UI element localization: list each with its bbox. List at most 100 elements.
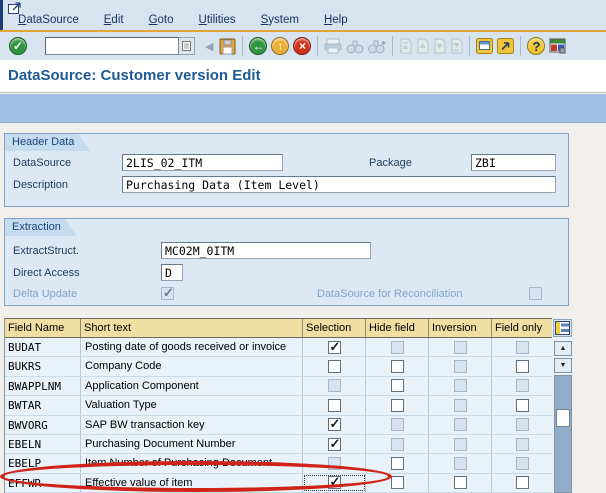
short-text-cell: Application Component bbox=[81, 377, 303, 395]
hide-field-cell[interactable] bbox=[366, 454, 429, 472]
save-button[interactable] bbox=[219, 38, 236, 55]
table-settings-icon[interactable] bbox=[553, 319, 572, 337]
hide-field-cell[interactable] bbox=[366, 377, 429, 395]
selection-cell[interactable] bbox=[303, 377, 366, 395]
hide-field-cell[interactable] bbox=[366, 416, 429, 434]
table-row: BWAPPLNM Application Component bbox=[5, 377, 552, 396]
table-scrollbar: ▲ ▼ bbox=[552, 318, 573, 493]
scroll-down-button[interactable]: ▼ bbox=[554, 358, 572, 373]
selection-checkbox[interactable] bbox=[328, 438, 341, 451]
next-page-icon[interactable] bbox=[433, 38, 446, 54]
field-name-cell: EFFWR bbox=[5, 474, 81, 492]
scroll-up-button[interactable]: ▲ bbox=[554, 341, 572, 356]
field-only-checkbox[interactable] bbox=[516, 360, 529, 373]
field-only-checkbox[interactable] bbox=[516, 476, 529, 489]
field-only-cell[interactable] bbox=[492, 357, 552, 375]
inversion-cell[interactable] bbox=[429, 454, 492, 472]
cancel-button[interactable]: × bbox=[293, 37, 311, 55]
hide-field-cell[interactable] bbox=[366, 396, 429, 414]
inversion-cell[interactable] bbox=[429, 416, 492, 434]
print-icon[interactable] bbox=[324, 38, 342, 54]
menu-datasource[interactable]: DataSource bbox=[15, 13, 82, 27]
description-field[interactable]: Purchasing Data (Item Level) bbox=[122, 176, 556, 193]
hide-field-checkbox bbox=[391, 438, 404, 451]
direct-access-field[interactable]: D bbox=[161, 264, 183, 281]
inversion-cell[interactable] bbox=[429, 338, 492, 356]
field-only-cell[interactable] bbox=[492, 338, 552, 356]
hide-field-cell[interactable] bbox=[366, 338, 429, 356]
find-next-icon[interactable] bbox=[368, 39, 386, 54]
menu-utilities[interactable]: Utilities bbox=[196, 13, 239, 27]
table-body: BUDAT Posting date of goods received or … bbox=[5, 338, 572, 493]
field-only-cell[interactable] bbox=[492, 416, 552, 434]
inversion-cell[interactable] bbox=[429, 396, 492, 414]
enter-button[interactable]: ✓ bbox=[9, 37, 27, 55]
exit-button[interactable]: ↑ bbox=[271, 37, 289, 55]
hide-field-cell[interactable] bbox=[366, 474, 429, 492]
field-only-cell[interactable] bbox=[492, 435, 552, 453]
application-toolbar bbox=[0, 94, 606, 123]
selection-checkbox[interactable] bbox=[328, 399, 341, 412]
menu-system[interactable]: System bbox=[258, 13, 302, 27]
inversion-checkbox[interactable] bbox=[454, 476, 467, 489]
inversion-cell[interactable] bbox=[429, 474, 492, 492]
selection-checkbox bbox=[328, 379, 341, 392]
scrollbar-thumb[interactable] bbox=[556, 409, 570, 427]
field-only-cell[interactable] bbox=[492, 454, 552, 472]
scrollbar-track[interactable] bbox=[554, 375, 572, 493]
first-page-icon[interactable] bbox=[399, 38, 412, 54]
help-button[interactable]: ? bbox=[527, 37, 545, 55]
hide-field-checkbox[interactable] bbox=[391, 476, 404, 489]
hide-field-checkbox[interactable] bbox=[391, 379, 404, 392]
selection-cell[interactable] bbox=[303, 338, 366, 356]
customize-layout-icon[interactable] bbox=[549, 38, 566, 54]
datasource-field[interactable]: 2LIS_02_ITM bbox=[122, 154, 283, 171]
command-list-button[interactable] bbox=[179, 37, 195, 55]
previous-page-icon[interactable] bbox=[416, 38, 429, 54]
field-only-checkbox bbox=[516, 438, 529, 451]
selection-cell[interactable] bbox=[303, 435, 366, 453]
hide-field-checkbox[interactable] bbox=[391, 399, 404, 412]
field-only-checkbox[interactable] bbox=[516, 399, 529, 412]
field-only-cell[interactable] bbox=[492, 474, 552, 492]
menu-edit[interactable]: Edit bbox=[101, 13, 127, 27]
selection-cell[interactable] bbox=[303, 474, 366, 492]
reconciliation-label: DataSource for Reconciliation bbox=[317, 288, 463, 300]
selection-checkbox[interactable] bbox=[328, 360, 341, 373]
field-only-cell[interactable] bbox=[492, 377, 552, 395]
selection-cell[interactable] bbox=[303, 454, 366, 472]
column-header-selection: Selection bbox=[303, 319, 366, 337]
extractstruct-label: ExtractStruct. bbox=[13, 245, 79, 257]
selection-cell[interactable] bbox=[303, 396, 366, 414]
selection-cell[interactable] bbox=[303, 357, 366, 375]
hide-field-cell[interactable] bbox=[366, 357, 429, 375]
hide-field-checkbox[interactable] bbox=[391, 457, 404, 470]
selection-checkbox[interactable] bbox=[328, 341, 341, 354]
find-icon[interactable] bbox=[346, 39, 364, 54]
inversion-cell[interactable] bbox=[429, 357, 492, 375]
package-field[interactable]: ZBI bbox=[471, 154, 556, 171]
menu-items: DataSource Edit Goto Utilities System He… bbox=[15, 13, 370, 27]
field-only-cell[interactable] bbox=[492, 396, 552, 414]
create-shortcut-icon[interactable] bbox=[497, 38, 514, 54]
selection-cell[interactable] bbox=[303, 416, 366, 434]
back-button[interactable]: ← bbox=[249, 37, 267, 55]
inversion-checkbox bbox=[454, 418, 467, 431]
collapse-icon[interactable]: ◀ bbox=[205, 40, 213, 53]
column-header-short-text: Short text bbox=[81, 319, 303, 337]
direct-access-label: Direct Access bbox=[13, 267, 80, 279]
menu-goto[interactable]: Goto bbox=[146, 13, 177, 27]
inversion-cell[interactable] bbox=[429, 435, 492, 453]
inversion-cell[interactable] bbox=[429, 377, 492, 395]
table-header-row: Field Name Short text Selection Hide fie… bbox=[5, 318, 552, 338]
hide-field-cell[interactable] bbox=[366, 435, 429, 453]
extractstruct-field[interactable]: MC02M_0ITM bbox=[161, 242, 371, 259]
inversion-checkbox bbox=[454, 341, 467, 354]
command-field[interactable] bbox=[45, 37, 179, 55]
menu-help[interactable]: Help bbox=[321, 13, 351, 27]
new-session-icon[interactable] bbox=[476, 38, 493, 54]
last-page-icon[interactable] bbox=[450, 38, 463, 54]
hide-field-checkbox[interactable] bbox=[391, 360, 404, 373]
selection-checkbox[interactable] bbox=[328, 418, 341, 431]
selection-checkbox[interactable] bbox=[328, 476, 341, 489]
